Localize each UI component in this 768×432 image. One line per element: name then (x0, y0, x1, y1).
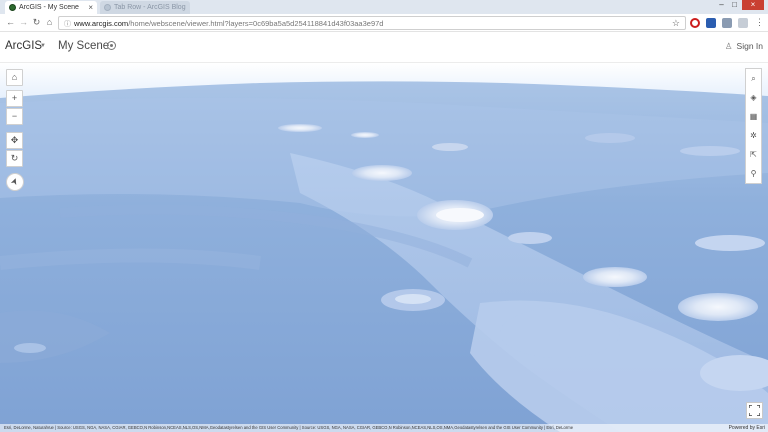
share-button[interactable]: ⇱ (746, 145, 761, 164)
basemap-button[interactable]: ▦ (746, 107, 761, 126)
back-arrow-icon[interactable]: ← (4, 16, 17, 29)
forward-arrow-icon[interactable]: → (17, 16, 30, 29)
slides-button[interactable]: ⚲ (746, 164, 761, 183)
reload-icon[interactable]: ↻ (30, 16, 43, 29)
search-icon: ⌕ (751, 74, 756, 83)
layers-button[interactable]: ◈ (746, 88, 761, 107)
slides-icon: ⚲ (750, 169, 757, 178)
share-icon: ⇱ (750, 150, 757, 159)
maximize-icon[interactable]: □ (728, 0, 741, 10)
arcgis-favicon-icon (9, 4, 16, 11)
home-icon: ⌂ (11, 72, 18, 82)
home-icon[interactable]: ⌂ (43, 16, 56, 29)
terrain-render (0, 63, 768, 432)
basemap-grid-icon: ▦ (749, 112, 758, 121)
plus-icon: + (11, 93, 18, 103)
opera-extension-icon[interactable] (690, 18, 700, 28)
compass-button[interactable]: ➤ (6, 173, 24, 191)
page-title: My Scene (58, 40, 110, 52)
layers-icon: ◈ (750, 93, 757, 102)
browser-toolbar: ← → ↻ ⌂ ⓘ www.arcgis.com/home/webscene/v… (0, 14, 768, 32)
home-view-button[interactable]: ⌂ (6, 69, 23, 86)
window-close-icon[interactable]: × (742, 0, 764, 10)
pan-icon: ✥ (10, 135, 19, 145)
bookmark-star-icon[interactable]: ☆ (672, 17, 680, 29)
extension-cast-icon[interactable] (738, 18, 748, 28)
browser-tab-arcgis[interactable]: ArcGIS - My Scene × (5, 1, 97, 14)
chevron-down-icon[interactable]: ▼ (40, 43, 46, 49)
info-icon[interactable]: ⓘ (64, 19, 71, 29)
scene-settings-icon[interactable] (107, 41, 116, 50)
zoom-in-button[interactable]: + (6, 90, 23, 107)
rotate-icon: ↻ (10, 153, 19, 163)
search-button[interactable]: ⌕ (746, 69, 761, 88)
scene-view[interactable]: ⌂ + − ✥ ↻ ➤ ⌕ ◈ ▦ ✲ ⇱ ⚲ Esri, DeLorme, N… (0, 63, 768, 432)
attribution-bar: Esri, DeLorme, NaturalVue | Source: USGS… (0, 424, 768, 432)
app-header: ArcGIS ▼ My Scene ♙ Sign In (0, 33, 768, 63)
window-controls: – □ × (715, 0, 764, 14)
minimize-icon[interactable]: – (715, 0, 728, 10)
blog-favicon-icon (104, 4, 111, 11)
settings-button[interactable]: ✲ (746, 126, 761, 145)
fullscreen-button[interactable] (746, 402, 763, 419)
attribution-text: Esri, DeLorme, NaturalVue | Source: USGS… (4, 425, 574, 430)
extension-star-icon[interactable] (706, 18, 716, 28)
right-tool-panel: ⌕ ◈ ▦ ✲ ⇱ ⚲ (745, 68, 762, 184)
sign-in-button[interactable]: ♙ Sign In (725, 41, 763, 52)
minus-icon: − (11, 111, 18, 121)
address-bar[interactable]: ⓘ www.arcgis.com/home/webscene/viewer.ht… (58, 16, 686, 30)
powered-by-link[interactable]: Powered by Esri (729, 424, 765, 432)
browser-tab-blog[interactable]: Tab Row - ArcGIS Blog (100, 1, 190, 14)
pan-button[interactable]: ✥ (6, 132, 23, 149)
arcgis-brand-menu[interactable]: ArcGIS (5, 40, 42, 52)
tab-title-inactive: Tab Row - ArcGIS Blog (114, 4, 186, 11)
tab-title: ArcGIS - My Scene (19, 4, 79, 11)
rotate-button[interactable]: ↻ (6, 150, 23, 167)
tab-close-icon[interactable]: × (88, 1, 93, 14)
url-path: /home/webscene/viewer.html?layers=0c69ba… (128, 19, 384, 28)
fullscreen-icon (749, 405, 760, 416)
user-icon: ♙ (724, 41, 733, 51)
browser-tabstrip: ArcGIS - My Scene × Tab Row - ArcGIS Blo… (0, 0, 768, 14)
url-host: www.arcgis.com (74, 19, 129, 28)
zoom-out-button[interactable]: − (6, 108, 23, 125)
url-text[interactable]: www.arcgis.com/home/webscene/viewer.html… (74, 17, 383, 30)
sun-settings-icon: ✲ (750, 131, 757, 140)
browser-menu-icon[interactable]: ⋮ (753, 16, 766, 29)
extension-grid-icon[interactable] (722, 18, 732, 28)
compass-icon: ➤ (8, 176, 21, 187)
sign-in-label: Sign In (736, 41, 763, 51)
